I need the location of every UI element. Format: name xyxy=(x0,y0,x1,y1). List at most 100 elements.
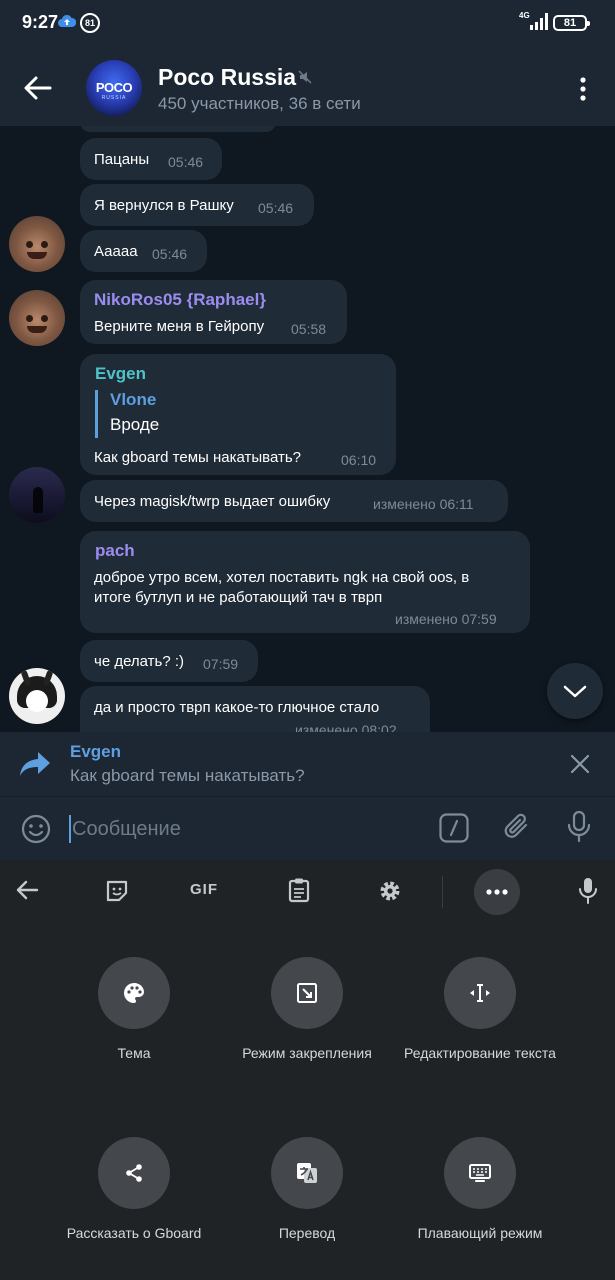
group-avatar[interactable]: POCO RUSSIA xyxy=(86,60,142,116)
sticker-icon[interactable] xyxy=(105,879,129,903)
message-text: Ааааа xyxy=(94,243,138,260)
status-time: 9:27 xyxy=(22,12,59,32)
tile-icon-circle xyxy=(98,957,170,1029)
more-horizontal-icon xyxy=(486,889,508,895)
keyboard-back-icon[interactable] xyxy=(15,879,39,901)
gif-button[interactable]: GIF xyxy=(190,881,218,898)
message-text-line: итоге бутлуп и не работающий тач в тврп xyxy=(94,589,383,606)
message-bubble[interactable]: Пацаны 05:46 xyxy=(80,138,222,180)
more-options-button[interactable] xyxy=(474,869,520,915)
user-avatar[interactable] xyxy=(9,467,65,523)
message-time: 06:10 xyxy=(341,452,377,468)
message-sender[interactable]: NikoRos05 {Raphael} xyxy=(94,290,266,310)
user-avatar[interactable] xyxy=(9,668,65,724)
reply-text: Как gboard темы накатывать? xyxy=(70,766,305,785)
message-time: 05:46 xyxy=(168,154,204,170)
message-bubble[interactable]: Я вернулся в Рашку 05:46 xyxy=(80,184,314,226)
more-vertical-icon[interactable] xyxy=(576,76,590,102)
bot-commands-icon[interactable] xyxy=(439,813,469,843)
status-bar: 9:27 81 4G 81 xyxy=(0,0,615,50)
one-handed-mode-icon xyxy=(297,983,317,1003)
voice-input-icon[interactable] xyxy=(578,877,598,905)
reply-quote[interactable]: Vlone Вроде xyxy=(95,390,355,438)
chevron-down-icon xyxy=(563,685,587,698)
avatar-detail xyxy=(33,487,43,513)
chat-title[interactable]: Poco Russia xyxy=(158,64,296,91)
message-time: 07:59 xyxy=(203,656,239,672)
avatar-detail xyxy=(26,315,33,322)
message-input[interactable] xyxy=(72,813,412,845)
message-text: Пацаны xyxy=(94,151,150,168)
quote-sender: Vlone xyxy=(110,390,157,409)
avatar-detail xyxy=(41,241,48,248)
message-composer xyxy=(0,796,615,860)
message-time: изменено 07:59 xyxy=(395,611,497,627)
attach-icon[interactable] xyxy=(502,811,534,843)
text-editing-icon xyxy=(470,984,490,1002)
reply-arrow-icon xyxy=(20,752,50,776)
floating-keyboard-icon xyxy=(469,1164,491,1182)
message-text: Как gboard темы накатывать? xyxy=(94,449,302,466)
message-bubble[interactable]: NikoRos05 {Raphael} Верните меня в Гейро… xyxy=(80,280,347,344)
message-bubble[interactable]: Через magisk/twrp выдает ошибку изменено… xyxy=(80,480,508,522)
close-icon[interactable] xyxy=(570,754,590,774)
clipboard-icon[interactable] xyxy=(288,877,310,903)
tile-icon-circle xyxy=(444,957,516,1029)
message-time: 05:46 xyxy=(258,200,294,216)
tile-icon-circle xyxy=(444,1137,516,1209)
scroll-to-bottom-button[interactable] xyxy=(547,663,603,719)
avatar-detail xyxy=(26,690,48,712)
message-text-line: доброе утро всем, хотел поставить ngk на… xyxy=(94,569,470,586)
message-text: да и просто твpп какое-то глючное стало xyxy=(94,699,380,716)
message-sender[interactable]: Evgen xyxy=(95,364,146,384)
avatar-detail xyxy=(26,241,33,248)
gear-icon[interactable] xyxy=(378,879,402,903)
translate-icon xyxy=(297,1163,317,1183)
avatar-detail xyxy=(27,252,47,259)
avatar-detail xyxy=(41,315,48,322)
message-time: изменено 06:11 xyxy=(373,496,474,512)
back-arrow-icon[interactable] xyxy=(22,74,52,102)
avatar-logo-text: POCO xyxy=(95,80,133,95)
tile-label: Редактирование текста xyxy=(404,1045,556,1061)
message-text: че делать? :) xyxy=(94,653,185,670)
message-list[interactable]: Пацаны 05:46 Я вернулся в Рашку 05:46 Аа… xyxy=(0,126,615,732)
message-bubble[interactable]: да и просто твpп какое-то глючное стало … xyxy=(80,686,430,732)
quote-text: Вроде xyxy=(110,415,160,434)
reply-preview-bar[interactable]: Evgen Как gboard темы накатывать? xyxy=(0,732,615,796)
tile-icon-circle xyxy=(271,957,343,1029)
battery-indicator: 81 xyxy=(553,15,590,31)
palette-icon xyxy=(124,983,144,1003)
mute-icon xyxy=(298,70,312,84)
message-text: Верните меня в Гейропу xyxy=(94,318,265,335)
chat-subtitle: 450 участников, 36 в сети xyxy=(158,94,361,113)
message-time: 05:46 xyxy=(152,246,188,262)
message-bubble[interactable]: pach доброе утро всем, хотел поставить n… xyxy=(80,531,530,633)
chat-header: POCO RUSSIA Poco Russia 450 участников, … xyxy=(0,50,615,126)
avatar-detail xyxy=(27,326,47,333)
gboard-keyboard: GIF Тема Режим закрепления Редактировани… xyxy=(0,860,615,1280)
toolbar-divider xyxy=(442,876,443,908)
message-time: изменено 08:02 xyxy=(295,722,397,732)
notification-count-badge: 81 xyxy=(80,13,100,33)
message-bubble-partial[interactable] xyxy=(80,126,276,132)
tile-icon-circle xyxy=(271,1137,343,1209)
microphone-icon[interactable] xyxy=(566,810,592,844)
message-time: 05:58 xyxy=(291,321,327,337)
user-avatar[interactable] xyxy=(9,290,65,346)
message-sender[interactable]: pach xyxy=(95,541,135,561)
message-text: Через magisk/twrp выдает ошибку xyxy=(94,493,331,510)
share-icon xyxy=(126,1164,142,1182)
tile-icon-circle xyxy=(98,1137,170,1209)
cloud-upload-icon xyxy=(58,14,76,27)
tile-label: Плавающий режим xyxy=(417,1225,543,1241)
message-bubble[interactable]: Evgen Vlone Вроде Как gboard темы накаты… xyxy=(80,354,396,475)
emoji-icon[interactable] xyxy=(20,813,52,845)
message-bubble[interactable]: Ааааа 05:46 xyxy=(80,230,207,272)
signal-icon xyxy=(530,13,548,30)
user-avatar[interactable] xyxy=(9,216,65,272)
message-text: Я вернулся в Рашку xyxy=(94,197,234,214)
text-cursor xyxy=(69,815,71,843)
avatar-logo-subtext: RUSSIA xyxy=(101,95,127,101)
message-bubble[interactable]: че делать? :) 07:59 xyxy=(80,640,258,682)
